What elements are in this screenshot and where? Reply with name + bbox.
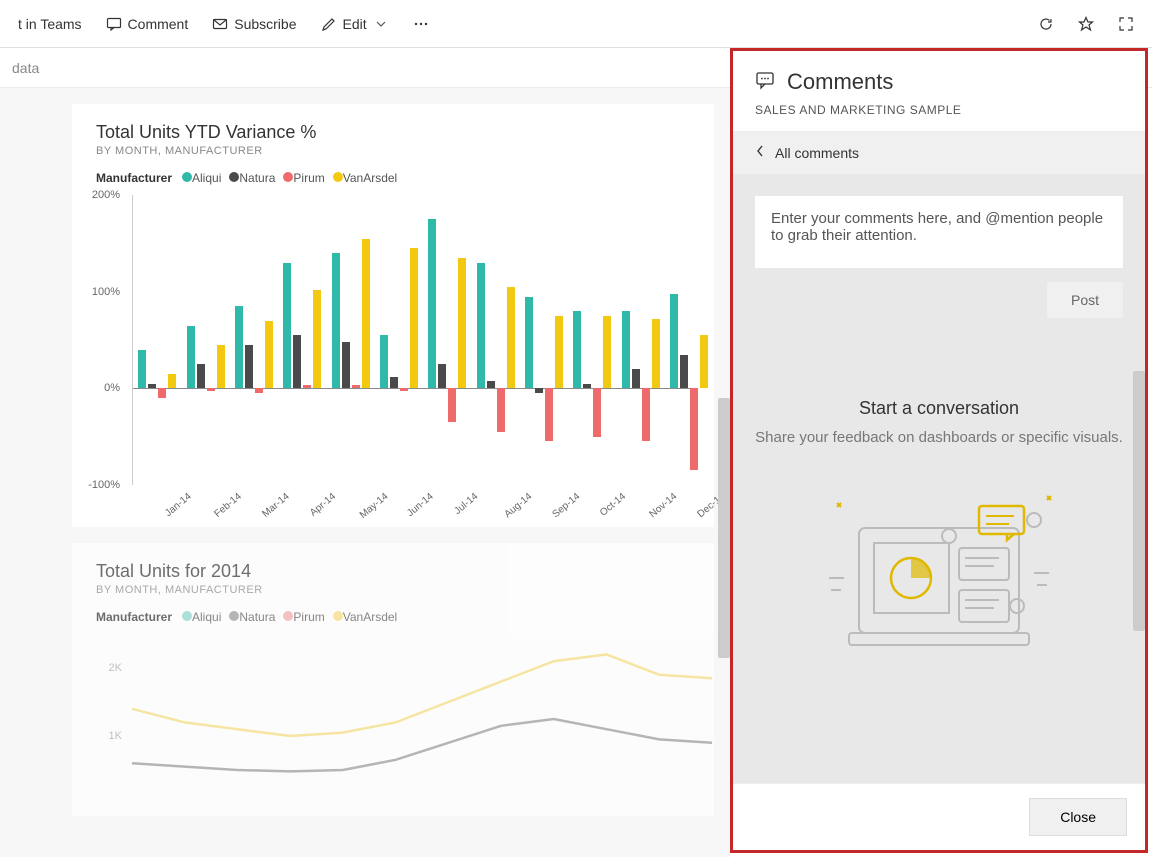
- legend: Manufacturer AliquiNaturaPirumVanArsdel: [96, 171, 690, 185]
- scrollbar[interactable]: [1133, 371, 1145, 631]
- subscribe-button[interactable]: Subscribe: [202, 10, 306, 38]
- mail-icon: [212, 16, 228, 32]
- comments-panel: Comments SALES AND MARKETING SAMPLE All …: [730, 48, 1148, 853]
- tile-units-2014[interactable]: Total Units for 2014 BY MONTH, MANUFACTU…: [72, 543, 714, 816]
- tile-title: Total Units for 2014: [96, 561, 690, 582]
- comment-input[interactable]: Enter your comments here, and @mention p…: [755, 196, 1123, 268]
- comment-icon: [106, 16, 122, 32]
- star-icon: [1078, 16, 1094, 32]
- pencil-icon: [321, 16, 337, 32]
- refresh-icon: [1038, 16, 1054, 32]
- line-chart: 1K2K: [126, 634, 690, 804]
- back-to-all-comments[interactable]: All comments: [733, 131, 1145, 174]
- comment-button[interactable]: Comment: [96, 10, 199, 38]
- chat-in-teams-button[interactable]: t in Teams: [8, 10, 92, 38]
- toolbar: t in Teams Comment Subscribe Edit: [0, 0, 1152, 48]
- fullscreen-button[interactable]: [1108, 10, 1144, 38]
- legend: Manufacturer AliquiNaturaPirumVanArsdel: [96, 610, 690, 624]
- tile-subtitle: BY MONTH, MANUFACTURER: [96, 145, 690, 157]
- comments-header: Comments SALES AND MARKETING SAMPLE: [733, 51, 1145, 131]
- comment-bubble-icon: [755, 70, 775, 95]
- empty-title: Start a conversation: [755, 398, 1123, 419]
- edit-button[interactable]: Edit: [311, 10, 399, 38]
- expand-icon: [1118, 16, 1134, 32]
- comments-body: Enter your comments here, and @mention p…: [733, 174, 1145, 783]
- search-placeholder-text: data: [12, 60, 39, 76]
- scrollbar[interactable]: [718, 398, 730, 658]
- empty-state: Start a conversation Share your feedback…: [755, 398, 1123, 658]
- more-options-button[interactable]: [403, 10, 439, 38]
- tile-variance[interactable]: Total Units YTD Variance % BY MONTH, MAN…: [72, 104, 714, 527]
- illustration: [809, 478, 1069, 658]
- bar-chart: -100%0%100%200% Jan-14Feb-14Mar-14Apr-14…: [126, 195, 690, 515]
- favorite-button[interactable]: [1068, 10, 1104, 38]
- comments-subtitle: SALES AND MARKETING SAMPLE: [755, 103, 1123, 117]
- close-button[interactable]: Close: [1029, 798, 1127, 836]
- chevron-left-icon: [755, 144, 765, 161]
- dashboard-canvas: Total Units YTD Variance % BY MONTH, MAN…: [0, 88, 730, 857]
- comments-footer: Close: [733, 783, 1145, 850]
- post-button[interactable]: Post: [1047, 282, 1123, 318]
- tile-subtitle: BY MONTH, MANUFACTURER: [96, 584, 690, 596]
- refresh-button[interactable]: [1028, 10, 1064, 38]
- empty-subtitle: Share your feedback on dashboards or spe…: [755, 427, 1123, 448]
- tile-title: Total Units YTD Variance %: [96, 122, 690, 143]
- ellipsis-icon: [413, 16, 429, 32]
- chevron-down-icon: [373, 16, 389, 32]
- comments-title: Comments: [787, 69, 893, 95]
